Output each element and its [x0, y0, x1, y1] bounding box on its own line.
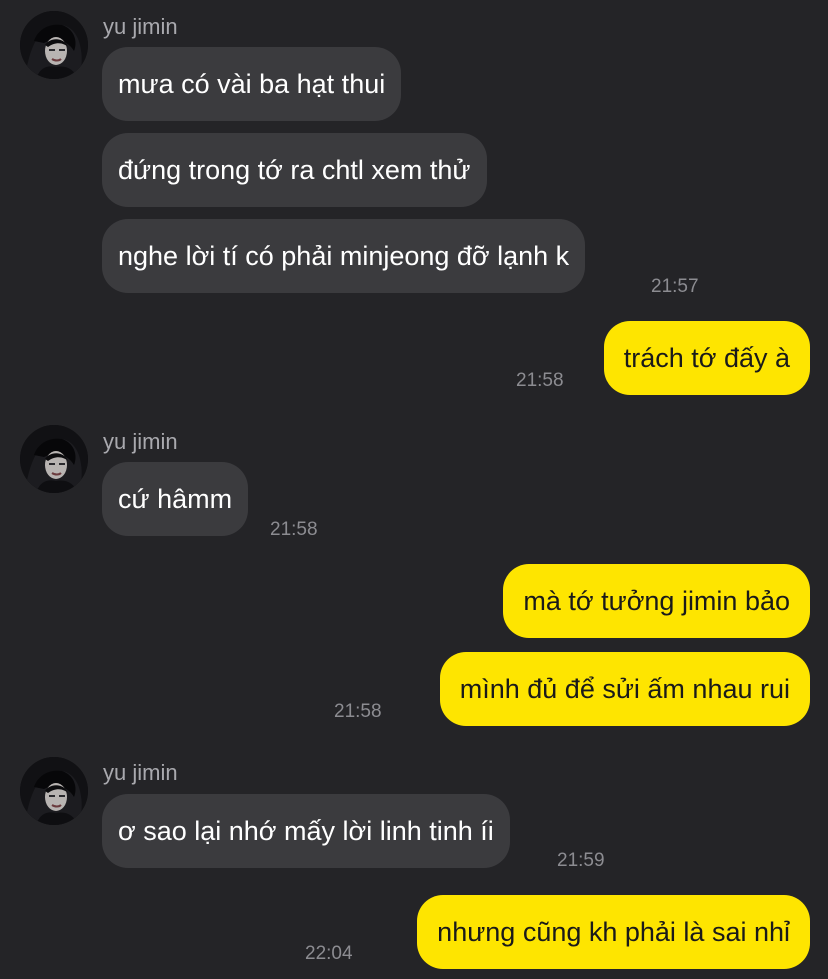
avatar-photo-icon	[20, 757, 88, 825]
avatar[interactable]	[20, 757, 88, 825]
message-bubble-incoming[interactable]: ơ sao lại nhớ mấy lời linh tinh íi	[102, 794, 510, 868]
avatar[interactable]	[20, 11, 88, 79]
avatar-photo-icon	[20, 11, 88, 79]
message-timestamp: 21:57	[651, 276, 699, 297]
message-timestamp: 21:59	[557, 850, 605, 871]
message-bubble-outgoing[interactable]: mình đủ để sửi ấm nhau rui	[439, 652, 810, 726]
sender-name: yu jimin	[103, 14, 178, 39]
message-bubble-outgoing[interactable]: mà tớ tưởng jimin bảo	[503, 564, 810, 638]
message-bubble-incoming[interactable]: nghe lời tí có phải minjeong đỡ lạnh k	[102, 219, 586, 293]
message-timestamp: 21:58	[270, 519, 318, 540]
avatar[interactable]	[20, 425, 88, 493]
avatar-photo-icon	[20, 425, 88, 493]
message-bubble-incoming[interactable]: mưa có vài ba hạt thui	[102, 47, 402, 121]
message-bubble-incoming[interactable]: đứng trong tớ ra chtl xem thử	[102, 133, 487, 207]
message-bubble-outgoing[interactable]: nhưng cũng kh phải là sai nhỉ	[417, 895, 810, 969]
sender-name: yu jimin	[103, 760, 178, 785]
message-bubble-outgoing[interactable]: trách tớ đấy à	[603, 321, 810, 395]
message-timestamp: 22:04	[305, 943, 353, 964]
message-timestamp: 21:58	[516, 370, 564, 391]
message-timestamp: 21:58	[334, 701, 382, 722]
message-bubble-incoming[interactable]: cứ hâmm	[102, 462, 249, 536]
sender-name: yu jimin	[103, 429, 178, 454]
